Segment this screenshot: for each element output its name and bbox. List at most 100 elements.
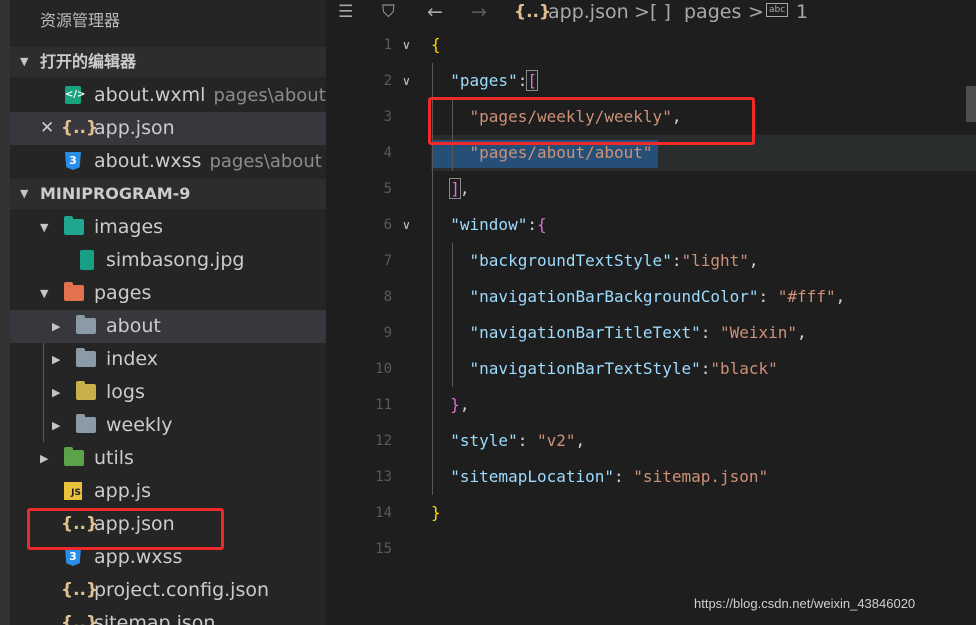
chevron-down-icon: ▼ xyxy=(40,221,49,234)
tree-item-simbasong[interactable]: simbasong.jpg xyxy=(10,244,326,277)
line-number: 15 xyxy=(375,541,392,557)
tree-item-logs[interactable]: ▶ logs xyxy=(10,376,326,409)
close-icon[interactable]: ✕ xyxy=(40,112,54,145)
breadcrumb: ☰ ⛉ ← → {..} app.json > [ ] pages > abc … xyxy=(326,0,976,26)
tree-item-sitemap[interactable]: {..} sitemap.json xyxy=(10,607,326,625)
chevron-right-icon: ▶ xyxy=(40,452,49,465)
open-editors-label: 打开的编辑器 xyxy=(40,52,137,71)
breadcrumb-node[interactable]: pages xyxy=(684,0,741,24)
json-braces-icon: {..} xyxy=(61,118,99,138)
code-line-5[interactable]: ], xyxy=(431,171,470,207)
activity-bar-edge xyxy=(0,0,10,625)
tree-item-label: app.js xyxy=(94,480,151,502)
code-line-9[interactable]: "navigationBarTitleText": "Weixin", xyxy=(431,315,807,351)
json-key: "navigationBarTextStyle" xyxy=(469,359,701,378)
line-number: 2 xyxy=(383,73,392,89)
chevron-right-icon: ▶ xyxy=(52,419,61,432)
tree-item-project-config[interactable]: {..} project.config.json xyxy=(10,574,326,607)
code-editor[interactable]: ☰ ⛉ ← → {..} app.json > [ ] pages > abc … xyxy=(326,0,976,625)
comma: , xyxy=(797,323,807,342)
open-editor-path: pages\about xyxy=(213,85,326,106)
project-header[interactable]: ▼ MINIPROGRAM-9 xyxy=(10,179,326,209)
line-number: 10 xyxy=(375,361,392,377)
chevron-right-icon: > xyxy=(748,1,764,23)
watermark-url: https://blog.csdn.net/weixin_43846020 xyxy=(694,596,916,611)
tree-item-app-js[interactable]: JS app.js xyxy=(10,475,326,508)
line-number: 3 xyxy=(383,109,392,125)
tree-item-label: project.config.json xyxy=(94,579,270,601)
colon: : xyxy=(527,215,537,234)
tree-item-label: images xyxy=(94,216,164,238)
bookmark-icon[interactable]: ⛉ xyxy=(382,0,395,24)
colon: : xyxy=(614,467,634,486)
brace: { xyxy=(536,215,547,234)
wxml-code-icon: </> xyxy=(65,86,85,104)
json-braces-icon: {..} xyxy=(61,580,99,600)
open-editor-path: pages\about xyxy=(209,151,322,172)
json-key: "window" xyxy=(450,215,528,234)
brace: } xyxy=(450,395,460,414)
json-key: "navigationBarBackgroundColor" xyxy=(469,287,759,306)
chevron-right-icon: ▶ xyxy=(52,320,61,333)
images-folder-icon xyxy=(64,216,84,235)
json-braces-icon: {..} xyxy=(514,2,552,22)
fold-chevron-icon[interactable]: ∨ xyxy=(402,207,411,243)
array-icon: [ ] xyxy=(650,1,671,23)
colon: : xyxy=(517,71,528,90)
chevron-right-icon: ▶ xyxy=(52,353,61,366)
forward-arrow-icon[interactable]: → xyxy=(471,0,487,24)
json-string: "pages/about/about" xyxy=(469,143,653,162)
json-key: "backgroundTextStyle" xyxy=(469,251,672,270)
tree-item-about[interactable]: ▶ about xyxy=(10,310,326,343)
code-line-6[interactable]: "window":{ xyxy=(431,207,547,243)
tree-item-label: about xyxy=(106,315,161,337)
line-number: 1 xyxy=(383,37,392,53)
code-line-8[interactable]: "navigationBarBackgroundColor": "#fff", xyxy=(431,279,846,315)
open-editor-filename: about.wxml xyxy=(94,84,206,106)
breadcrumb-file[interactable]: app.json xyxy=(548,0,629,24)
code-line-11[interactable]: }, xyxy=(431,387,470,423)
bracket: [ xyxy=(526,70,538,91)
open-editor-item-app-json[interactable]: ✕ {..} app.json xyxy=(10,112,326,145)
code-line-7[interactable]: "backgroundTextStyle":"light", xyxy=(431,243,759,279)
project-name: MINIPROGRAM-9 xyxy=(40,184,191,203)
code-line-10[interactable]: "navigationBarTextStyle":"black" xyxy=(431,351,778,387)
css-icon: 3 xyxy=(65,548,81,566)
open-editor-item-about-wxml[interactable]: </> about.wxml pages\about xyxy=(10,79,326,112)
line-number: 9 xyxy=(383,325,392,341)
brace: } xyxy=(431,503,441,522)
json-key: "sitemapLocation" xyxy=(450,467,615,486)
scrollbar-thumb[interactable] xyxy=(966,86,976,122)
fold-chevron-icon[interactable]: ∨ xyxy=(402,27,411,63)
tree-item-label: index xyxy=(106,348,158,370)
code-line-1[interactable]: { xyxy=(431,27,441,63)
json-string: "v2" xyxy=(536,431,576,450)
back-arrow-icon[interactable]: ← xyxy=(427,0,443,24)
code-line-12[interactable]: "style": "v2", xyxy=(431,423,585,459)
fold-chevron-icon[interactable]: ∨ xyxy=(402,63,411,99)
json-key: "navigationBarTitleText" xyxy=(469,323,701,342)
code-line-14[interactable]: } xyxy=(431,495,441,531)
open-editors-header[interactable]: ▼ 打开的编辑器 xyxy=(10,47,326,77)
open-editor-item-about-wxss[interactable]: 3 about.wxss pages\about xyxy=(10,145,326,178)
tree-item-weekly[interactable]: ▶ weekly xyxy=(10,409,326,442)
code-line-13[interactable]: "sitemapLocation": "sitemap.json" xyxy=(431,459,768,495)
tree-item-label: simbasong.jpg xyxy=(106,249,245,271)
tree-item-images[interactable]: ▼ images xyxy=(10,211,326,244)
folder-icon xyxy=(76,348,96,367)
tree-item-label: utils xyxy=(94,447,134,469)
comma: , xyxy=(459,395,470,414)
outline-list-icon[interactable]: ☰ xyxy=(338,0,353,24)
colon: : xyxy=(758,287,778,306)
line-number: 13 xyxy=(375,469,392,485)
json-key: "style" xyxy=(450,431,518,450)
code-line-2[interactable]: "pages":[ xyxy=(431,63,538,99)
chevron-right-icon: > xyxy=(634,1,650,23)
tree-item-utils[interactable]: ▶ utils xyxy=(10,442,326,475)
image-file-icon xyxy=(80,250,94,270)
tree-item-index[interactable]: ▶ index xyxy=(10,343,326,376)
comma: , xyxy=(835,287,846,306)
breadcrumb-item[interactable]: 1 xyxy=(796,0,808,24)
folder-icon xyxy=(76,315,96,334)
tree-item-pages[interactable]: ▼ pages xyxy=(10,277,326,310)
